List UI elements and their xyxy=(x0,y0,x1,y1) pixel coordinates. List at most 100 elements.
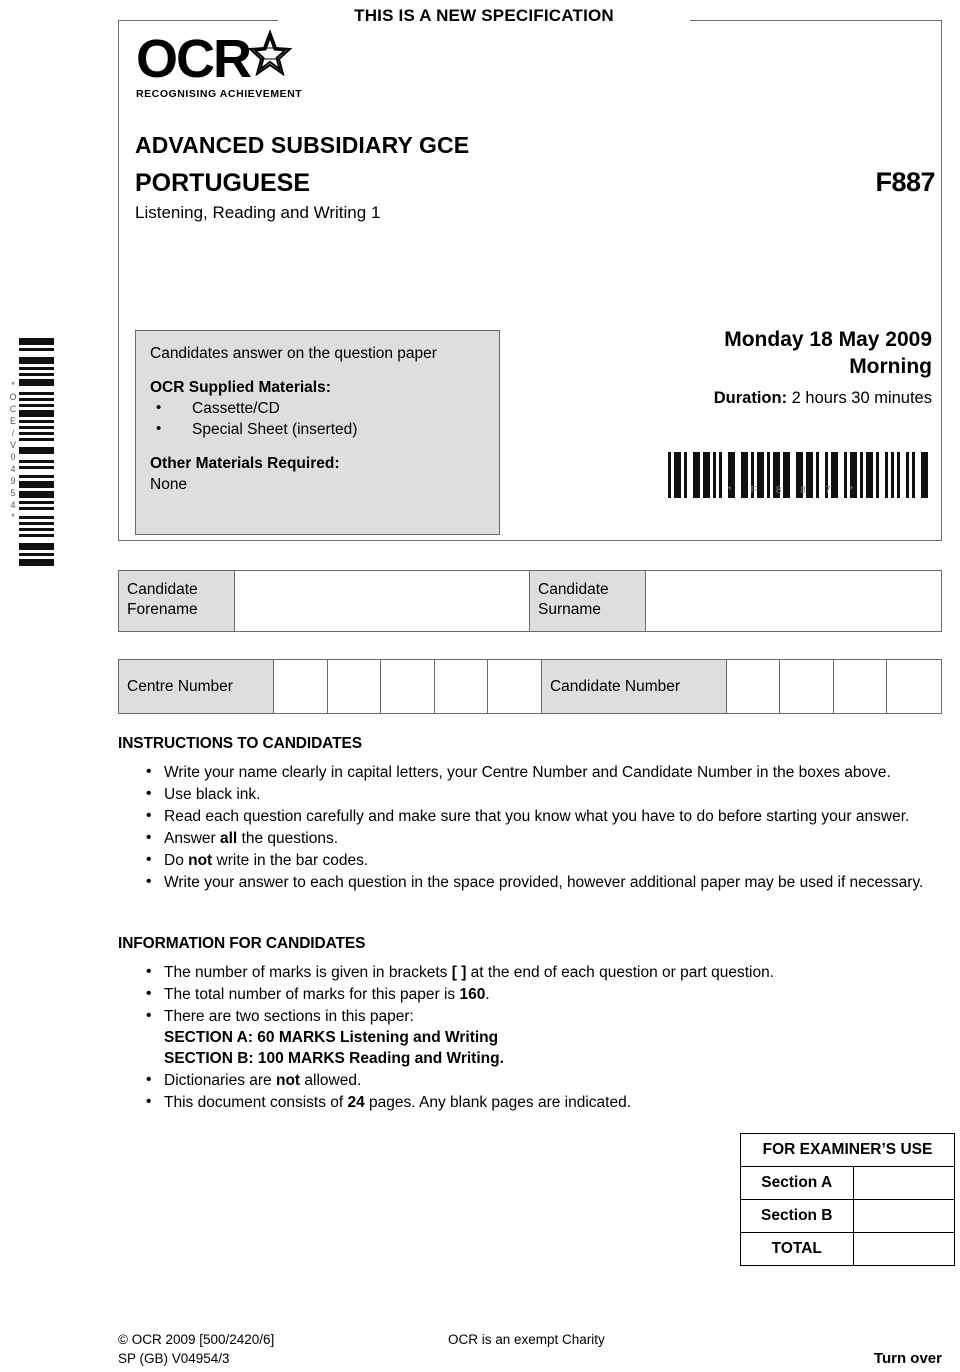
dictionaries-suffix: allowed. xyxy=(300,1072,362,1089)
list-item: Special Sheet (inserted) xyxy=(150,418,485,440)
charity-notice: OCR is an exempt Charity xyxy=(448,1332,605,1347)
exam-duration: Duration: 2 hours 30 minutes xyxy=(560,389,932,408)
label-line: Forename xyxy=(127,601,198,618)
list-item: Do not write in the bar codes. xyxy=(118,849,942,871)
vertical-barcode-label: *OCE/V04954* xyxy=(8,380,18,524)
other-materials-heading: Other Materials Required: xyxy=(150,455,340,472)
frame-line-bottom xyxy=(118,540,942,541)
dictionaries-emphasis: not xyxy=(276,1072,301,1089)
ocr-logo: OCR RECOGNISING ACHIEVEMENT xyxy=(136,29,336,110)
candidate-number-digit[interactable] xyxy=(833,660,888,713)
total-marks-value: 160 xyxy=(459,986,486,1003)
list-item: Dictionaries are not allowed. xyxy=(118,1069,942,1091)
centre-number-digit[interactable] xyxy=(488,660,542,713)
information-heading: INFORMATION FOR CANDIDATES xyxy=(118,935,366,952)
examiner-row-mark[interactable] xyxy=(852,1199,956,1233)
list-item: The number of marks is given in brackets… xyxy=(118,961,942,983)
sections-intro: There are two sections in this paper: xyxy=(164,1008,414,1025)
candidate-surname-label: Candidate Surname xyxy=(530,571,646,631)
frame-line-top-right xyxy=(690,20,942,21)
qualification-title: ADVANCED SUBSIDIARY GCE xyxy=(135,132,470,158)
centre-number-digit[interactable] xyxy=(327,660,382,713)
centre-number-digit[interactable] xyxy=(273,660,328,713)
table-row: Section A xyxy=(740,1166,956,1200)
paper-code: F887 xyxy=(875,167,935,197)
label-line: Surname xyxy=(538,601,601,618)
list-item: The total number of marks for this paper… xyxy=(118,983,942,1005)
candidate-number-digit[interactable] xyxy=(887,660,942,713)
candidate-surname-input[interactable] xyxy=(646,571,941,631)
instructions-list: Write your name clearly in capital lette… xyxy=(118,761,942,893)
barcode-bar xyxy=(19,491,54,498)
table-row: TOTAL xyxy=(740,1232,956,1266)
barcode-bar xyxy=(19,481,54,488)
section-b-marks: SECTION B: 100 MARKS Reading and Writing… xyxy=(164,1050,504,1067)
list-item: Write your answer to each question in th… xyxy=(118,871,942,893)
total-marks-suffix: . xyxy=(485,986,490,1003)
frame-line-left xyxy=(118,20,119,541)
list-item: Write your name clearly in capital lette… xyxy=(118,761,942,783)
frame-line-top-left xyxy=(118,20,278,21)
vertical-barcode-bars xyxy=(19,338,54,566)
supplied-materials-heading: OCR Supplied Materials: xyxy=(150,379,331,396)
barcode-bar xyxy=(19,379,54,386)
duration-label: Duration: xyxy=(713,389,788,407)
candidate-forename-input[interactable] xyxy=(235,571,530,631)
label-line: Candidate xyxy=(538,581,609,598)
frame-line-right xyxy=(941,20,942,541)
exam-schedule: Monday 18 May 2009 Morning Duration: 2 h… xyxy=(560,326,932,408)
page-count-prefix: This document consists of xyxy=(164,1094,348,1111)
horizontal-barcode-label: *F887* xyxy=(727,485,873,496)
sp-code: SP (GB) V04954/3 xyxy=(118,1351,230,1366)
marks-brackets-note: The number of marks is given in brackets… xyxy=(164,964,775,981)
emphasis: not xyxy=(188,852,213,869)
barcode-bar xyxy=(19,410,54,417)
information-list: The number of marks is given in brackets… xyxy=(118,961,942,1113)
page-count-suffix: pages. Any blank pages are indicated. xyxy=(364,1094,632,1111)
barcode-bar xyxy=(19,559,54,566)
emphasis: [ ] xyxy=(451,964,467,981)
duration-value: 2 hours 30 minutes xyxy=(791,389,932,407)
instructions-section: INSTRUCTIONS TO CANDIDATES Write your na… xyxy=(118,735,942,894)
section-a-marks: SECTION A: 60 MARKS Listening and Writin… xyxy=(164,1029,499,1046)
barcode-bar xyxy=(19,447,54,454)
examiner-use-table: FOR EXAMINER’S USE Section A Section B T… xyxy=(740,1133,956,1266)
examiner-row-label: Section A xyxy=(740,1166,854,1200)
table-row: Section B xyxy=(740,1199,956,1233)
copyright-notice: © OCR 2009 [500/2420/6] xyxy=(118,1332,275,1347)
candidate-number-row: Centre Number Candidate Number xyxy=(118,659,942,714)
paper-subtitle: Listening, Reading and Writing 1 xyxy=(135,203,381,222)
list-item-text: Do not write in the bar codes. xyxy=(164,852,369,869)
emphasis: all xyxy=(220,830,238,847)
centre-number-digit[interactable] xyxy=(381,660,435,713)
information-section: INFORMATION FOR CANDIDATES The number of… xyxy=(118,935,942,1114)
examiner-table-heading: FOR EXAMINER’S USE xyxy=(740,1133,955,1167)
list-item-text: Answer all the questions. xyxy=(164,830,339,847)
list-item: Use black ink. xyxy=(118,783,942,805)
materials-box: Candidates answer on the question paper … xyxy=(135,330,500,535)
exam-session: Morning xyxy=(849,355,932,378)
star-icon xyxy=(240,28,293,85)
turn-over-note: Turn over xyxy=(873,1350,942,1367)
examiner-row-label: Section B xyxy=(740,1199,854,1233)
barcode-bar xyxy=(19,338,54,345)
total-marks-prefix: The total number of marks for this paper… xyxy=(164,986,460,1003)
examiner-row-mark[interactable] xyxy=(852,1232,956,1266)
ocr-tagline: RECOGNISING ACHIEVEMENT xyxy=(136,88,303,100)
centre-number-digit[interactable] xyxy=(434,660,489,713)
subject-row: PORTUGUESE F887 xyxy=(135,167,935,198)
footer-line-1: © OCR 2009 [500/2420/6] OCR is an exempt… xyxy=(118,1330,942,1349)
barcode-bar xyxy=(19,357,54,364)
page-footer: © OCR 2009 [500/2420/6] OCR is an exempt… xyxy=(118,1330,942,1368)
candidate-forename-label: Candidate Forename xyxy=(119,571,235,631)
horizontal-barcode: *F887* xyxy=(668,452,932,510)
candidate-number-digit[interactable] xyxy=(726,660,781,713)
list-item: There are two sections in this paper: SE… xyxy=(118,1005,942,1069)
candidate-number-digit[interactable] xyxy=(780,660,834,713)
list-item: This document consists of 24 pages. Any … xyxy=(118,1091,942,1113)
instructions-heading: INSTRUCTIONS TO CANDIDATES xyxy=(118,735,362,752)
label-line: Candidate xyxy=(127,581,198,598)
paper-title-block: ADVANCED SUBSIDIARY GCE PORTUGUESE F887 … xyxy=(135,130,935,224)
examiner-row-mark[interactable] xyxy=(852,1166,956,1200)
dictionaries-prefix: Dictionaries are xyxy=(164,1072,276,1089)
